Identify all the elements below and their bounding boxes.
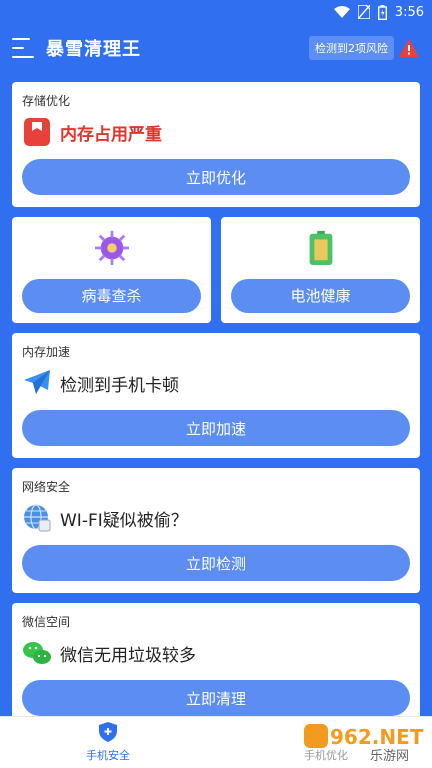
globe-icon [22, 503, 52, 533]
bottom-nav: 手机安全 手机优化 962.NET 乐游网 [0, 716, 432, 768]
storage-card-title: 内存占用严重 [60, 124, 162, 145]
wifi-icon [333, 6, 350, 18]
risk-indicator[interactable]: 检测到2项风险 [309, 36, 420, 60]
nav-phone-security[interactable]: 手机安全 [84, 721, 132, 763]
clean-button[interactable]: 立即清理 [22, 680, 410, 716]
wechat-card-label: 微信空间 [22, 615, 71, 629]
watermark-text: 962.NET [330, 725, 424, 749]
storage-card-label: 存储优化 [22, 94, 71, 108]
memory-card-title: 检测到手机卡顿 [60, 375, 179, 396]
detect-button[interactable]: 立即检测 [22, 545, 410, 581]
wechat-card: 微信空间 微信无用垃圾较多 立即清理 [12, 603, 420, 728]
optimize-button[interactable]: 立即优化 [22, 159, 410, 195]
plane-icon [22, 368, 52, 398]
virus-icon [94, 230, 129, 265]
app-title: 暴雪清理王 [46, 39, 141, 60]
menu-icon[interactable] [12, 38, 36, 58]
status-time: 3:56 [394, 4, 424, 20]
status-bar: 3:56 [0, 0, 432, 24]
no-sim-icon [357, 5, 370, 19]
shield-icon [99, 722, 117, 742]
wechat-icon [22, 638, 52, 668]
watermark-logo: 962.NET 乐游网 [304, 724, 424, 762]
virus-scan-button[interactable]: 病毒查杀 [22, 278, 201, 313]
network-card-title: WI-FI疑似被偷？ [60, 510, 188, 531]
battery-status-icon [377, 4, 387, 20]
storage-card: 存储优化 内存占用严重 立即优化 [12, 82, 420, 207]
battery-card: 电池健康 [221, 217, 420, 323]
wechat-card-title: 微信无用垃圾较多 [60, 645, 196, 666]
main-content: 存储优化 内存占用严重 立即优化 病毒查杀 电池健康 内存加速 检测到手机卡顿 … [12, 82, 420, 738]
warning-icon [399, 39, 419, 57]
network-card-label: 网络安全 [22, 480, 71, 494]
quick-tools-row: 病毒查杀 电池健康 [12, 217, 420, 323]
app-bar: 暴雪清理王 检测到2项风险 [0, 24, 432, 72]
battery-icon [309, 230, 332, 265]
storage-icon [22, 117, 52, 147]
network-card: 网络安全 WI-FI疑似被偷？ 立即检测 [12, 468, 420, 593]
nav-phone-security-label: 手机安全 [86, 749, 130, 762]
memory-card-label: 内存加速 [22, 345, 71, 359]
memory-card: 内存加速 检测到手机卡顿 立即加速 [12, 333, 420, 458]
virus-card: 病毒查杀 [12, 217, 211, 323]
watermark-subtext: 乐游网 [370, 749, 409, 762]
speedup-button[interactable]: 立即加速 [22, 410, 410, 446]
battery-health-button[interactable]: 电池健康 [231, 278, 410, 313]
risk-badge[interactable]: 检测到2项风险 [309, 36, 394, 60]
